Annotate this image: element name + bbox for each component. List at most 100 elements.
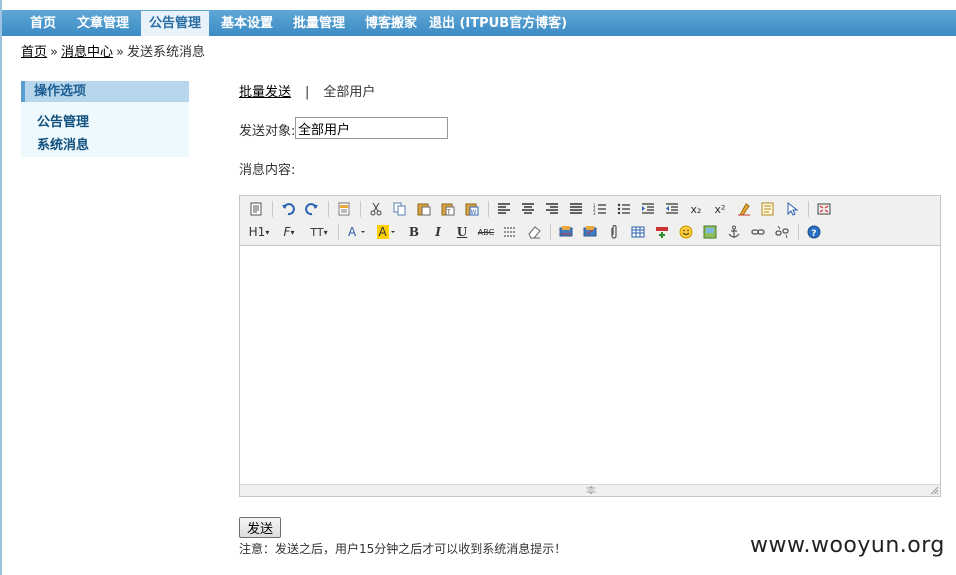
emoticon-icon[interactable] — [676, 222, 696, 242]
preview-icon[interactable] — [334, 199, 354, 219]
editor-content-area[interactable] — [240, 247, 940, 484]
select-all-icon[interactable] — [758, 199, 778, 219]
top-nav: 首页 文章管理 公告管理 基本设置 批量管理 博客搬家 退出 (ITPUB官方博… — [0, 0, 956, 36]
strikethrough-icon[interactable]: ABC — [476, 222, 496, 242]
target-label: 发送对象: — [239, 124, 296, 139]
svg-text:W: W — [471, 209, 477, 216]
bold-icon[interactable]: B — [404, 222, 424, 242]
eraser-icon[interactable] — [524, 222, 544, 242]
toolbar-separator — [550, 224, 551, 240]
toolbar-separator — [808, 201, 809, 217]
cut-icon[interactable] — [366, 199, 386, 219]
outdent-icon[interactable] — [662, 199, 682, 219]
attachment-icon[interactable] — [604, 222, 624, 242]
font-color-icon[interactable]: A — [344, 222, 370, 242]
anchor-icon[interactable] — [724, 222, 744, 242]
breadcrumb-home-link[interactable]: 首页 — [21, 45, 47, 60]
editor-resize-bar[interactable] — [240, 484, 940, 496]
sidebar-panel: 操作选项 公告管理 系统消息 — [21, 81, 189, 157]
nav-basic-settings[interactable]: 基本设置 — [212, 11, 282, 36]
sidebar-item-system-message[interactable]: 系统消息 — [37, 134, 89, 153]
table-icon[interactable] — [628, 222, 648, 242]
italic-icon[interactable]: I — [428, 222, 448, 242]
sidebar-item-announcement[interactable]: 公告管理 — [37, 111, 89, 130]
align-justify-icon[interactable] — [566, 199, 586, 219]
source-icon[interactable] — [246, 199, 266, 219]
paste-word-icon[interactable]: W — [462, 199, 482, 219]
chevron-down-icon: ▾ — [323, 227, 328, 237]
tab-batch-send[interactable]: 批量发送 — [239, 85, 291, 100]
align-right-icon[interactable] — [542, 199, 562, 219]
heading-label: H1 — [248, 225, 266, 239]
nav-blog-move[interactable]: 博客搬家 — [356, 11, 426, 36]
toolbar-separator — [338, 224, 339, 240]
nav-announcement-management[interactable]: 公告管理 — [141, 11, 209, 36]
unordered-list-icon[interactable] — [614, 199, 634, 219]
sidebar-title: 操作选项 — [21, 81, 189, 102]
clear-format-icon[interactable] — [734, 199, 754, 219]
image-icon[interactable] — [700, 222, 720, 242]
highlight-icon[interactable]: A — [374, 222, 400, 242]
left-border — [0, 36, 2, 575]
corner-resize-icon[interactable] — [930, 486, 939, 495]
insert-row-icon[interactable] — [652, 222, 672, 242]
svg-text:3: 3 — [593, 211, 596, 216]
content-label: 消息内容: — [239, 163, 296, 178]
pointer-icon[interactable] — [782, 199, 802, 219]
paste-text-icon[interactable]: T — [438, 199, 458, 219]
subscript-icon[interactable]: x₂ — [686, 199, 706, 219]
fontsize-label: TT — [310, 225, 324, 239]
svg-text:A: A — [348, 225, 357, 239]
chevron-down-icon: ▾ — [265, 227, 270, 237]
breadcrumb: 首页» 消息中心» 发送系统消息 — [21, 41, 205, 60]
svg-text:A: A — [379, 225, 388, 239]
nav-batch-management[interactable]: 批量管理 — [284, 11, 354, 36]
font-size-icon[interactable]: TT ▾ — [306, 222, 332, 242]
fullscreen-icon[interactable] — [814, 199, 834, 219]
link-icon[interactable] — [748, 222, 768, 242]
toolbar-separator — [272, 201, 273, 217]
nav-article-management[interactable]: 文章管理 — [68, 11, 138, 36]
send-notice: 注意：发送之后，用户15分钟之后才可以收到系统消息提示！ — [239, 542, 567, 556]
target-input[interactable] — [295, 117, 448, 139]
paste-icon[interactable] — [414, 199, 434, 219]
breadcrumb-message-center-link[interactable]: 消息中心 — [61, 45, 113, 60]
align-center-icon[interactable] — [518, 199, 538, 219]
toolbar-separator — [328, 201, 329, 217]
unlink-icon[interactable] — [772, 222, 792, 242]
breadcrumb-separator: » — [50, 45, 58, 60]
chevron-down-icon: ▾ — [290, 227, 295, 237]
breadcrumb-current: 发送系统消息 — [126, 45, 205, 60]
font-label: F — [283, 225, 291, 239]
copy-icon[interactable] — [390, 199, 410, 219]
underline-icon[interactable]: U — [452, 222, 472, 242]
nav-home[interactable]: 首页 — [20, 11, 66, 36]
nav-logout[interactable]: 退出 (ITPUB官方博客) — [428, 11, 568, 36]
tab-all-users[interactable]: 全部用户 — [323, 85, 375, 100]
align-left-icon[interactable] — [494, 199, 514, 219]
svg-text:?: ? — [811, 229, 816, 239]
superscript-icon[interactable]: x² — [710, 199, 730, 219]
toolbar-row-2: H1 ▾ F ▾ TT ▾ A A B I U ABC ? — [246, 221, 828, 243]
insert-flash-icon[interactable] — [580, 222, 600, 242]
send-mode-tabs: 批量发送 | 全部用户 — [239, 81, 375, 100]
tab-separator: | — [305, 85, 310, 100]
resize-grip-icon[interactable] — [584, 486, 598, 494]
svg-text:T: T — [446, 209, 451, 216]
redo-icon[interactable] — [302, 199, 322, 219]
toolbar-separator — [360, 201, 361, 217]
heading-icon[interactable]: H1 ▾ — [246, 222, 272, 242]
undo-icon[interactable] — [278, 199, 298, 219]
indent-icon[interactable] — [638, 199, 658, 219]
watermark-text: www.wooyun.org — [750, 533, 945, 558]
editor-toolbar: T W 123 x₂ x² H1 ▾ F ▾ TT ▾ A A B I U AB… — [240, 196, 940, 246]
font-family-icon[interactable]: F ▾ — [276, 222, 302, 242]
help-icon[interactable]: ? — [804, 222, 824, 242]
toolbar-row-1: T W 123 x₂ x² — [246, 198, 838, 220]
send-button[interactable]: 发送 — [239, 517, 281, 538]
toolbar-separator — [798, 224, 799, 240]
ordered-list-icon[interactable]: 123 — [590, 199, 610, 219]
breadcrumb-separator: » — [116, 45, 124, 60]
horizontal-rule-icon[interactable] — [500, 222, 520, 242]
insert-image-icon[interactable] — [556, 222, 576, 242]
